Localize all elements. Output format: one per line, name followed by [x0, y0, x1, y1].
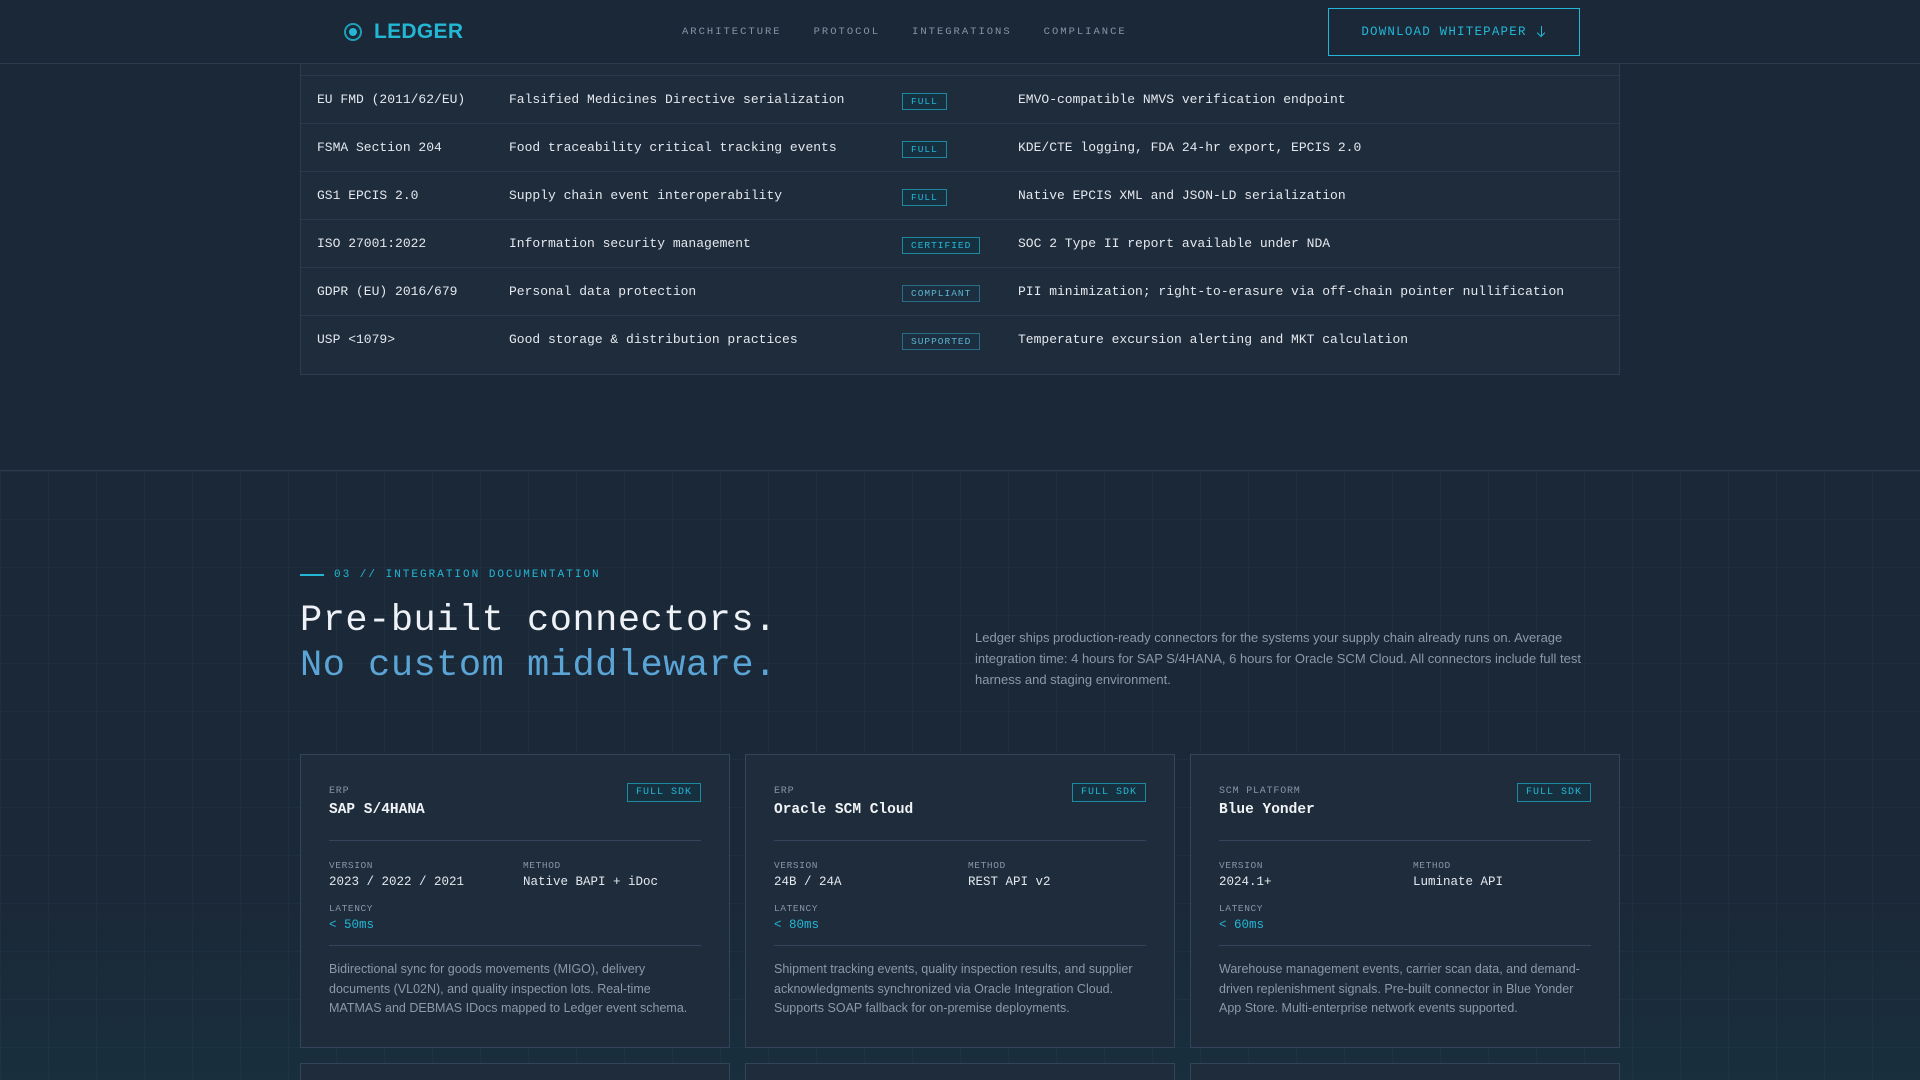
status-badge: FULL [902, 93, 947, 110]
table-row: ISO 27001:2022 Information security mana… [301, 219, 1619, 267]
section-heading: Pre-built connectors. No custom middlewa… [300, 599, 777, 689]
standard-cell: EU FMD (2011/62/EU) [317, 92, 466, 107]
compliance-table: EU FMD (2011/62/EU) Falsified Medicines … [300, 27, 1620, 375]
latency-label: LATENCY [329, 903, 374, 914]
latency-value: < 50ms [329, 918, 375, 932]
version-label: VERSION [774, 860, 819, 871]
heading-line-2: No custom middleware. [300, 645, 777, 687]
scope-cell: Food traceability critical tracking even… [509, 140, 837, 155]
notes-cell: SOC 2 Type II report available under NDA [1018, 236, 1331, 251]
nav-protocol[interactable]: PROTOCOL [814, 26, 880, 38]
sdk-badge: FULL SDK [1516, 783, 1591, 802]
version-value: 24B / 24A [774, 875, 842, 889]
download-whitepaper-label: DOWNLOAD WHITEPAPER [1361, 25, 1527, 39]
connector-card-partial[interactable] [745, 1063, 1175, 1080]
section-eyebrow: 03 // INTEGRATION DOCUMENTATION [300, 569, 601, 581]
standard-cell: ISO 27001:2022 [317, 236, 427, 251]
nav-integrations[interactable]: INTEGRATIONS [912, 26, 1012, 38]
table-row: EU FMD (2011/62/EU) Falsified Medicines … [301, 75, 1619, 123]
scope-cell: Information security management [509, 236, 751, 251]
heading-line-1: Pre-built connectors. [300, 600, 777, 642]
logo-text: LEDGER [374, 20, 464, 43]
status-badge: SUPPORTED [902, 333, 981, 350]
arrow-down-icon [1537, 26, 1547, 38]
card-divider [774, 945, 1146, 946]
notes-cell: EMVO-compatible NMVS verification endpoi… [1018, 92, 1346, 107]
section-lead: Ledger ships production-ready connectors… [975, 630, 1581, 687]
method-value: REST API v2 [968, 875, 1051, 889]
notes-cell: PII minimization; right-to-erasure via o… [1018, 284, 1565, 299]
status-badge: CERTIFIED [902, 237, 981, 254]
card-category: ERP [329, 786, 350, 797]
card-description: Bidirectional sync for goods movements (… [329, 962, 688, 1015]
ledger-logo-icon [344, 23, 362, 41]
latency-label: LATENCY [1219, 903, 1264, 914]
eyebrow-text: 03 // INTEGRATION DOCUMENTATION [334, 569, 601, 581]
method-value: Luminate API [1413, 875, 1504, 889]
version-value: 2024.1+ [1219, 875, 1272, 889]
card-divider [329, 945, 701, 946]
card-title: SAP S/4HANA [329, 802, 425, 818]
scope-cell: Good storage & distribution practices [509, 332, 798, 347]
status-badge: COMPLIANT [902, 285, 981, 302]
site-header: LEDGER ARCHITECTURE PROTOCOL INTEGRATION… [0, 0, 1920, 64]
eyebrow-line [300, 574, 324, 576]
table-row: FSMA Section 204 Food traceability criti… [301, 123, 1619, 171]
sdk-badge: FULL SDK [1071, 783, 1146, 802]
table-row: GS1 EPCIS 2.0 Supply chain event interop… [301, 171, 1619, 219]
method-value: Native BAPI + iDoc [523, 875, 659, 889]
card-title: Oracle SCM Cloud [774, 802, 914, 818]
notes-cell: Native EPCIS XML and JSON-LD serializati… [1018, 188, 1346, 203]
table-row: USP <1079> Good storage & distribution p… [301, 315, 1619, 363]
version-label: VERSION [329, 860, 374, 871]
sdk-badge: FULL SDK [626, 783, 701, 802]
status-badge: FULL [902, 141, 947, 158]
table-row: GDPR (EU) 2016/679 Personal data protect… [301, 267, 1619, 315]
scope-cell: Supply chain event interoperability [509, 188, 783, 203]
download-whitepaper-button[interactable]: DOWNLOAD WHITEPAPER [1328, 8, 1580, 56]
connector-card-partial[interactable] [1190, 1063, 1620, 1080]
latency-value: < 80ms [774, 918, 820, 932]
card-title: Blue Yonder [1219, 802, 1315, 818]
card-divider [1219, 840, 1591, 841]
method-label: METHOD [1413, 860, 1451, 871]
connector-card-blue-yonder[interactable]: SCM PLATFORM Blue Yonder FULL SDK VERSIO… [1190, 754, 1620, 1048]
connector-card-partial[interactable] [300, 1063, 730, 1080]
method-label: METHOD [523, 860, 561, 871]
card-category: SCM PLATFORM [1219, 786, 1301, 797]
status-badge: FULL [902, 189, 947, 206]
card-divider [1219, 945, 1591, 946]
notes-cell: KDE/CTE logging, FDA 24-hr export, EPCIS… [1018, 140, 1362, 155]
connector-card-sap[interactable]: ERP SAP S/4HANA FULL SDK VERSION 2023 / … [300, 754, 730, 1048]
nav-compliance[interactable]: COMPLIANCE [1044, 26, 1127, 38]
version-value: 2023 / 2022 / 2021 [329, 875, 465, 889]
standard-cell: GS1 EPCIS 2.0 [317, 188, 419, 203]
logo[interactable]: LEDGER [344, 20, 463, 44]
main-nav: ARCHITECTURE PROTOCOL INTEGRATIONS COMPL… [682, 26, 1127, 38]
card-divider [774, 840, 1146, 841]
standard-cell: GDPR (EU) 2016/679 [317, 284, 458, 299]
notes-cell: Temperature excursion alerting and MKT c… [1018, 332, 1409, 347]
connector-card-oracle[interactable]: ERP Oracle SCM Cloud FULL SDK VERSION 24… [745, 754, 1175, 1048]
card-description: Warehouse management events, carrier sca… [1219, 962, 1580, 1015]
latency-value: < 60ms [1219, 918, 1265, 932]
card-divider [329, 840, 701, 841]
scope-cell: Falsified Medicines Directive serializat… [509, 92, 845, 107]
nav-architecture[interactable]: ARCHITECTURE [682, 26, 782, 38]
standard-cell: USP <1079> [317, 332, 396, 347]
card-category: ERP [774, 786, 795, 797]
method-label: METHOD [968, 860, 1006, 871]
integration-section: 03 // INTEGRATION DOCUMENTATION Pre-buil… [0, 470, 1920, 1080]
scope-cell: Personal data protection [509, 284, 697, 299]
card-description: Shipment tracking events, quality inspec… [774, 962, 1133, 1015]
version-label: VERSION [1219, 860, 1264, 871]
latency-label: LATENCY [774, 903, 819, 914]
standard-cell: FSMA Section 204 [317, 140, 442, 155]
